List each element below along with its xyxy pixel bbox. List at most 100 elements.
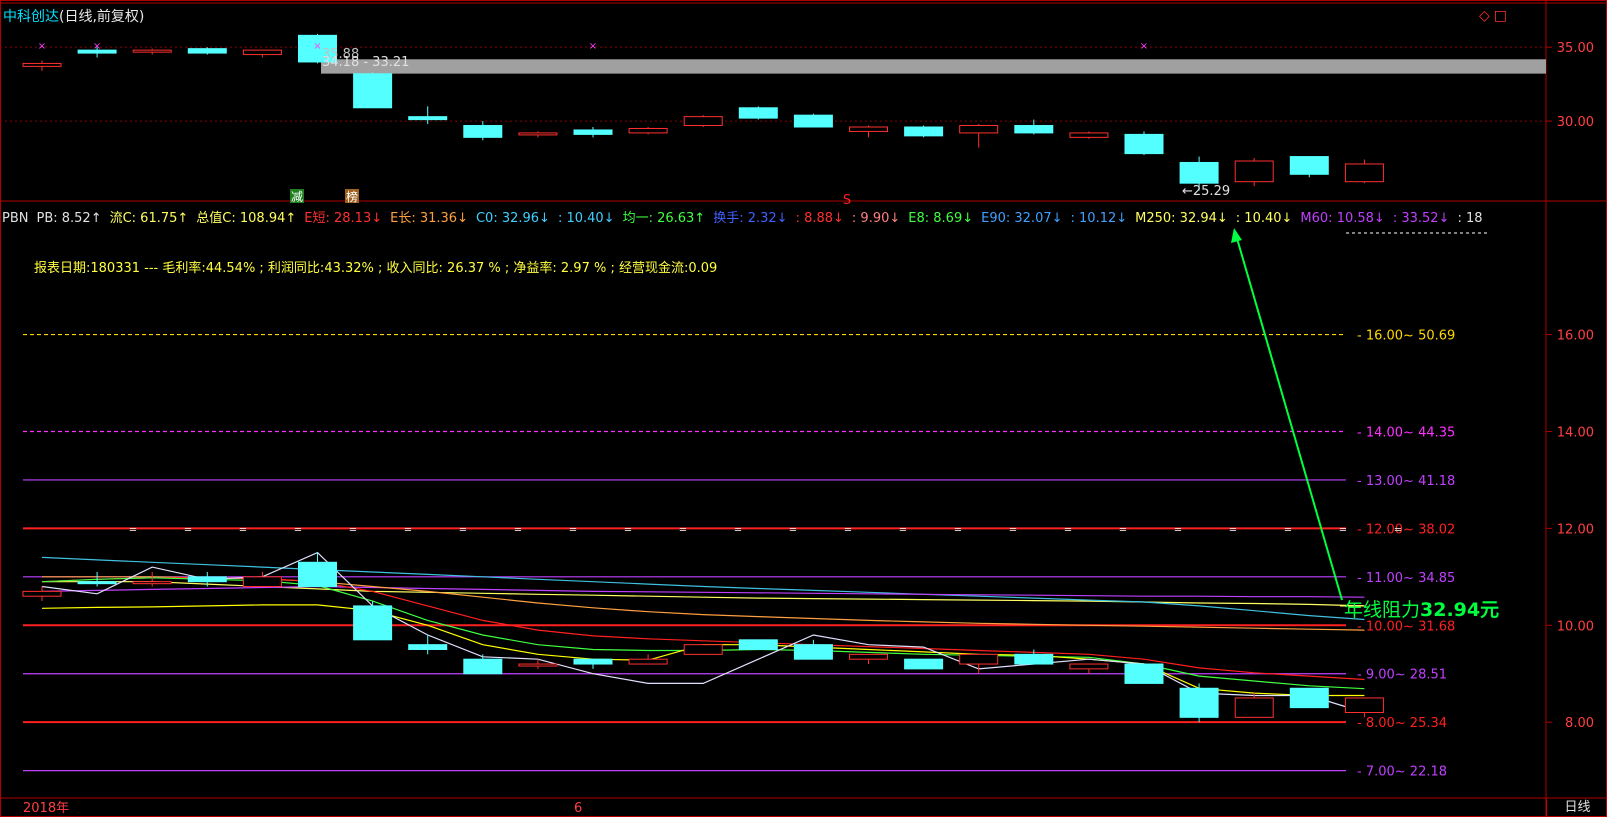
price-candle — [1124, 133, 1164, 155]
pb-candle — [1289, 687, 1329, 709]
ma-line-M250 — [42, 581, 1365, 607]
annotation-value: 32.94元 — [1420, 599, 1500, 621]
indicator-11: : 9.90↓ — [851, 211, 901, 225]
upper-tick-label: 35.00 — [1557, 41, 1594, 56]
level-marker: = — [1064, 524, 1072, 535]
level-marker: = — [1284, 524, 1292, 535]
arrow-shaft — [1235, 234, 1343, 601]
indicator-3: 总值C: 108.94↑ — [196, 211, 297, 225]
pb-candle — [1179, 687, 1219, 718]
price-candle — [463, 125, 503, 138]
pb-candle — [77, 581, 117, 585]
pb-candle — [573, 658, 613, 665]
price-candle — [1014, 125, 1054, 134]
m250-band — [321, 59, 1546, 74]
indicator-5: E长: 31.36↓ — [390, 211, 468, 225]
pb-candle — [849, 653, 888, 660]
pb-candle — [463, 658, 503, 675]
pb-candle — [1069, 663, 1109, 670]
ma-line-E8 — [41, 577, 1365, 690]
pb-candle — [408, 644, 448, 650]
pb-candle — [298, 561, 337, 588]
stock-name: 中科创达 — [3, 9, 59, 25]
upper-tick-label: 30.00 — [1557, 115, 1594, 130]
level-label: - 9.00~ 28.51 — [1357, 668, 1447, 683]
price-candle — [132, 49, 172, 53]
price-candle — [1234, 160, 1274, 183]
reduce-mark: 减 — [291, 190, 303, 204]
level-marker: = — [404, 524, 412, 535]
price-candle — [683, 116, 723, 127]
pb-candle — [22, 590, 62, 597]
level-label: - 11.00~ 34.85 — [1357, 571, 1455, 586]
price-candle — [849, 126, 888, 132]
indicator-7: : 10.40↓ — [557, 211, 615, 225]
pb-candle — [1014, 653, 1054, 665]
indicator-8: 均一: 26.63↑ — [622, 211, 706, 225]
price-candle — [1069, 132, 1109, 138]
level-label: - 16.00~ 50.69 — [1357, 329, 1455, 344]
price-candle — [353, 73, 393, 109]
pb-candle — [1344, 697, 1384, 713]
pb-candle — [793, 644, 833, 660]
level-marker: = — [514, 524, 522, 535]
indicator-bar: PBN PB: 8.52↑ 流C: 61.75↑ 总值C: 108.94↑ E短: 28… — [2, 207, 1542, 225]
time-axis-year: 2018年 — [23, 801, 70, 816]
price-candle — [408, 116, 448, 121]
price-candle — [1289, 156, 1329, 175]
level-label: - 8.00~ 25.34 — [1357, 716, 1447, 731]
level-marker: = — [129, 524, 137, 535]
level-marker: = — [679, 524, 687, 535]
price-candle — [242, 49, 282, 56]
lower-tick-label: 12.00 — [1557, 522, 1594, 537]
price-candle — [573, 129, 613, 135]
resistance-annotation: 年线阻力32.94元 — [1344, 599, 1500, 621]
chart-mode: (日线,前复权) — [59, 9, 145, 25]
level-marker: = — [899, 524, 907, 535]
indicator-12: E8: 8.69↓ — [908, 211, 974, 225]
price-candle — [959, 125, 999, 134]
pb-candle — [959, 653, 999, 665]
pb-candle — [518, 663, 558, 667]
pb-candle — [242, 576, 282, 588]
signal-mark: S — [843, 193, 851, 208]
diamond-icon[interactable]: ◇ — [1479, 8, 1490, 24]
indicator-18: : 33.52↓ — [1392, 211, 1450, 225]
indicator-19: : 18 — [1457, 211, 1483, 225]
band-range-label: 34.18 - 33.21 — [322, 55, 409, 70]
level-marker: = — [1009, 524, 1017, 535]
indicator-0: PBN — [2, 211, 29, 225]
pb-candle — [683, 644, 723, 655]
level-marker: = — [239, 524, 247, 535]
indicator-14: : 10.12↓ — [1070, 211, 1128, 225]
lower-tick-label: 10.00 — [1557, 619, 1594, 634]
level-marker: = — [349, 524, 357, 535]
ma-line-E短 — [41, 577, 1365, 681]
window-controls: ◇ □ — [1475, 8, 1507, 24]
pb-candle — [187, 576, 227, 583]
price-candle — [793, 114, 833, 128]
level-marker: = — [954, 524, 962, 535]
chart-title[interactable]: 中科创达(日线,前复权) — [3, 9, 144, 25]
level-label: - 14.00~ 44.35 — [1357, 425, 1455, 440]
level-marker: = — [459, 524, 467, 535]
indicator-9: 换手: 2.32↓ — [713, 211, 788, 225]
event-marker: × — [1140, 41, 1148, 52]
level-marker: = — [624, 524, 632, 535]
level-marker: = — [1119, 524, 1127, 535]
indicator-4: E短: 28.13↓ — [304, 211, 383, 225]
pb-candle — [738, 639, 778, 651]
pb-candle — [132, 581, 172, 585]
period-button[interactable]: 日线 — [1546, 799, 1607, 817]
level-marker: = — [1394, 524, 1402, 535]
indicator-17: M60: 10.58↓ — [1300, 211, 1385, 225]
pb-candle — [904, 658, 944, 670]
event-marker: × — [93, 41, 101, 52]
level-marker: = — [1174, 524, 1182, 535]
lower-tick-label: 8.00 — [1565, 716, 1594, 731]
square-icon[interactable]: □ — [1494, 8, 1507, 24]
pb-candle — [1234, 697, 1274, 718]
indicator-1: PB: 8.52↑ — [36, 211, 102, 225]
level-label: - 12.00~ 38.02 — [1357, 522, 1455, 537]
price-candle — [518, 132, 558, 136]
